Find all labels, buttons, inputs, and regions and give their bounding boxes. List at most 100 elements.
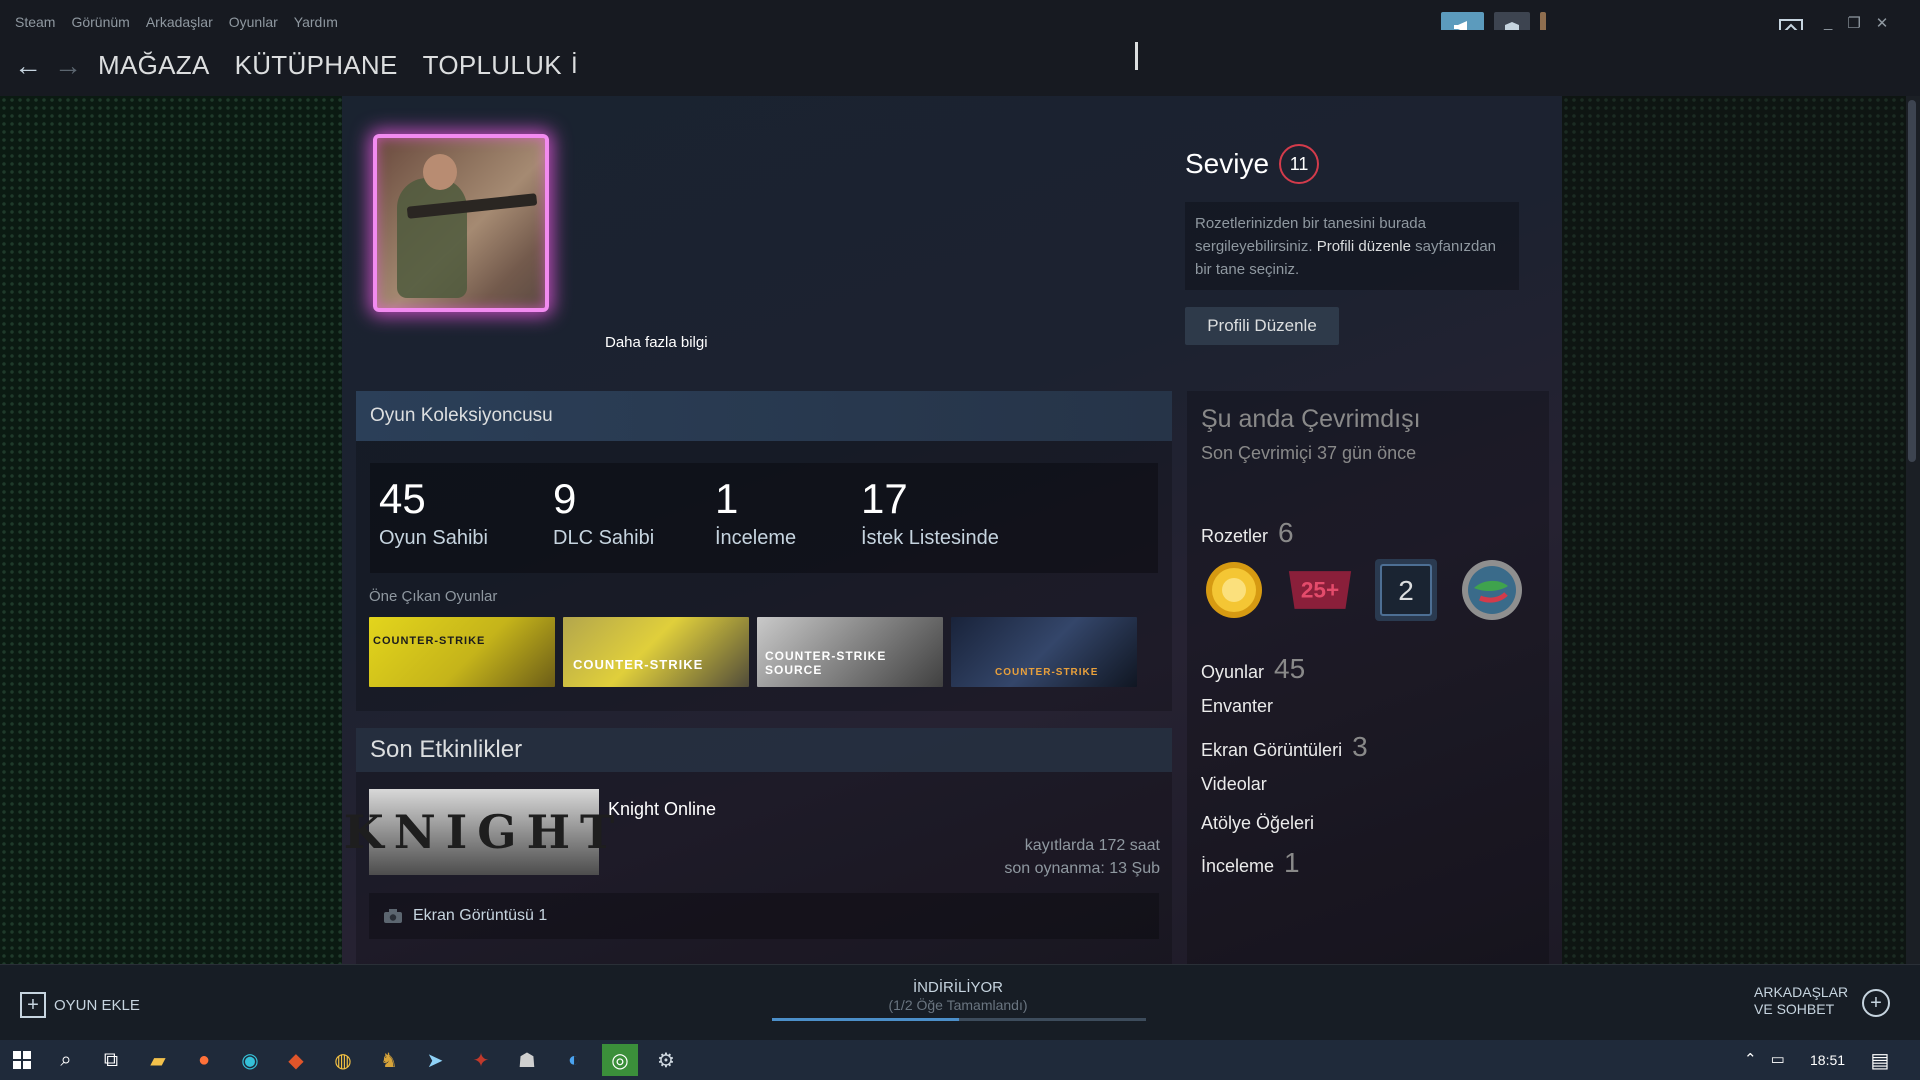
app-icon[interactable]: ➤ [417, 1044, 453, 1076]
featured-game-cs-go[interactable]: COUNTER-STRIKE [951, 617, 1137, 687]
friends-chat-button[interactable]: ARKADAŞLAR VE SOHBET [1754, 984, 1848, 1018]
content-area: Daha fazla bilgi Seviye 11 Rozetlerinizd… [0, 96, 1920, 964]
featured-caption: COUNTER-STRIKE [573, 657, 704, 672]
badges-link[interactable]: Rozetler 6 [1201, 517, 1294, 549]
camera-icon [384, 909, 402, 923]
notification-center-icon[interactable]: ▤ [1862, 1044, 1898, 1076]
downloads-status[interactable]: İNDİRİLİYOR (1/2 Öğe Tamamlandı) [770, 979, 1146, 1013]
featured-game-cs-source[interactable]: COUNTER-STRIKE SOURCE [757, 617, 943, 687]
file-explorer-icon[interactable]: ▰ [140, 1044, 176, 1076]
back-arrow-icon[interactable]: ← [14, 50, 42, 82]
screenshots-link[interactable]: Ekran Görüntüleri 3 [1201, 731, 1368, 763]
search-icon[interactable]: ⌕ [48, 1044, 84, 1076]
add-game-label: OYUN EKLE [54, 996, 140, 1014]
reviews-link[interactable]: İnceleme 1 [1201, 847, 1300, 879]
network-icon[interactable]: ▭ [1771, 1050, 1785, 1068]
games-link[interactable]: Oyunlar 45 [1201, 653, 1305, 685]
badge-hint-link[interactable]: Profili düzenle [1317, 238, 1411, 255]
download-progress-fill [772, 1018, 959, 1021]
recent-activity-list: KNIGHT Knight Online kayıtlarda 172 saat… [344, 772, 1172, 964]
nav-library[interactable]: KÜTÜPHANE [235, 50, 398, 81]
badge-two-text: 2 [1398, 575, 1414, 606]
menu-view[interactable]: Görünüm [71, 14, 129, 30]
screenshots-count: 3 [1352, 731, 1368, 762]
menu-steam[interactable]: Steam [15, 14, 55, 30]
menu-friends[interactable]: Arkadaşlar [146, 14, 213, 30]
screenshots-label: Ekran Görüntüleri [1201, 740, 1343, 760]
knight-online-logo[interactable]: KNIGHT [344, 789, 614, 875]
steam-client-icon[interactable]: ⚙ [648, 1044, 684, 1076]
steam-window: Steam Görünüm Arkadaşlar Oyunlar Yardım … [0, 0, 1920, 1080]
add-game-button[interactable]: + OYUN EKLE [20, 992, 140, 1018]
taskbar-clock[interactable]: 18:51 [1810, 1052, 1845, 1068]
stat-reviews[interactable]: 1 İnceleme [715, 475, 796, 550]
recent-game-name[interactable]: Knight Online [608, 799, 716, 820]
plus-icon: + [20, 992, 46, 1018]
badge-list: 25+ 2 [1201, 557, 1525, 623]
task-view-icon[interactable]: ⧉ [93, 1044, 129, 1076]
menu-help[interactable]: Yardım [294, 14, 338, 30]
level-label: Seviye [1185, 148, 1270, 179]
menu-games[interactable]: Oyunlar [229, 14, 278, 30]
game-launcher-icon[interactable]: ✦ [463, 1044, 499, 1076]
download-progress-bar [772, 1018, 1146, 1021]
stat-wishlist[interactable]: 17 İstek Listesinde [861, 475, 999, 550]
stat-dlc-owned[interactable]: 9 DLC Sahibi [553, 475, 654, 550]
reviews-label: İnceleme [1201, 856, 1275, 876]
chevron-up-icon[interactable]: ⌃ [1744, 1050, 1757, 1068]
badge-25-text: 25+ [1301, 578, 1339, 603]
edge-icon[interactable]: ◉ [232, 1044, 268, 1076]
badges-label: Rozetler [1201, 526, 1269, 546]
friends-label-2: VE SOHBET [1754, 1001, 1835, 1017]
badge-years-of-service[interactable]: 25+ [1287, 557, 1353, 623]
forward-arrow-icon[interactable]: → [54, 50, 82, 82]
add-friend-icon[interactable]: + [1862, 989, 1890, 1017]
recent-game-playtime: kayıtlarda 172 saat son oynanma: 13 Şub [1004, 834, 1160, 880]
game-app-icon[interactable]: ♞ [371, 1044, 407, 1076]
firefox-icon[interactable]: ● [186, 1044, 222, 1076]
chrome-icon[interactable]: ◍ [325, 1044, 361, 1076]
videos-link[interactable]: Videolar [1201, 774, 1267, 795]
gold-coin-badge-icon [1206, 562, 1262, 618]
featured-caption: COUNTER-STRIKE [995, 667, 1099, 678]
recent-activity-title: Son Etkinlikler [356, 728, 1172, 772]
avatar-person-shape [397, 178, 467, 298]
nav-links: MAĞAZA KÜTÜPHANE TOPLULUK [98, 50, 562, 81]
origin-icon[interactable]: ◆ [278, 1044, 314, 1076]
nav-username-cut[interactable]: İ [571, 52, 578, 80]
featured-game-cs16[interactable]: COUNTER-STRIKE [369, 617, 555, 687]
level-badge: 11 [1279, 144, 1320, 184]
reviews-count: 1 [1284, 847, 1300, 878]
featured-caption: COUNTER-STRIKE [373, 635, 486, 647]
badge-globe[interactable] [1459, 557, 1525, 623]
nav-community[interactable]: TOPLULUK [423, 50, 562, 81]
workshop-link[interactable]: Atölye Öğeleri [1201, 813, 1314, 834]
recent-screenshot-row[interactable]: Ekran Görüntüsü 1 [369, 893, 1159, 939]
badge-level-two[interactable]: 2 [1373, 557, 1439, 623]
level-section: Seviye 11 [1185, 144, 1320, 184]
scrollbar-thumb[interactable] [1908, 100, 1916, 462]
profile-right-column: Şu anda Çevrimdışı Son Çevrimiçi 37 gün … [1187, 391, 1549, 964]
windows-start-icon[interactable] [4, 1044, 40, 1076]
game-shortcut-icon[interactable]: ☗ [509, 1044, 545, 1076]
number-badge-icon: 2 [1375, 559, 1437, 621]
edit-profile-button[interactable]: Profili Düzenle [1185, 307, 1339, 345]
nav-store[interactable]: MAĞAZA [98, 50, 210, 81]
years-badge-icon: 25+ [1288, 571, 1352, 609]
background-left [0, 96, 342, 964]
stat-number: 17 [861, 475, 908, 522]
featured-game-cs-condition-zero[interactable]: COUNTER-STRIKE [563, 617, 749, 687]
steam-taskbar-icon[interactable]: ◎ [602, 1044, 638, 1076]
last-online: Son Çevrimiçi 37 gün önce [1201, 443, 1417, 463]
browser-icon[interactable]: ◐ [556, 1044, 592, 1076]
more-info-link[interactable]: Daha fazla bilgi [605, 334, 708, 351]
steam-bottom-bar: + OYUN EKLE İNDİRİLİYOR (1/2 Öğe Tamamla… [0, 964, 1920, 1040]
globe-badge-icon [1462, 560, 1522, 620]
featured-caption: COUNTER-STRIKE SOURCE [765, 649, 887, 677]
badge-gold-coin[interactable] [1201, 557, 1267, 623]
screenshot-link[interactable]: Ekran Görüntüsü 1 [413, 907, 547, 925]
windows-logo-icon [13, 1051, 31, 1069]
collector-stats: 45 Oyun Sahibi 9 DLC Sahibi 1 İnceleme 1… [370, 463, 1158, 573]
inventory-link[interactable]: Envanter [1201, 696, 1273, 717]
stat-games-owned[interactable]: 45 Oyun Sahibi [379, 475, 488, 550]
